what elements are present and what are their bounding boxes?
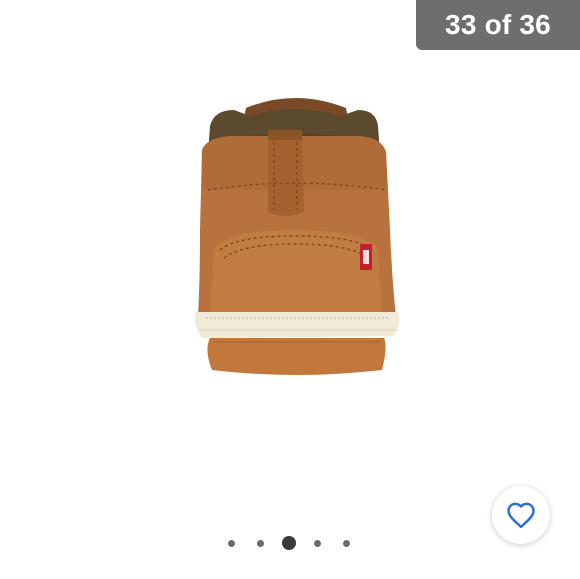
heart-outline-icon bbox=[507, 502, 535, 529]
pagination-dot[interactable] bbox=[228, 540, 235, 547]
image-gallery-viewer[interactable]: 33 of 36 bbox=[0, 0, 580, 579]
pagination-dot[interactable] bbox=[343, 540, 350, 547]
image-counter-badge: 33 of 36 bbox=[416, 0, 580, 50]
pagination-dot[interactable] bbox=[257, 540, 264, 547]
favorite-button[interactable] bbox=[492, 486, 550, 544]
pagination-dot-active[interactable] bbox=[282, 536, 296, 550]
pagination-dot[interactable] bbox=[314, 540, 321, 547]
product-image[interactable] bbox=[150, 80, 440, 410]
